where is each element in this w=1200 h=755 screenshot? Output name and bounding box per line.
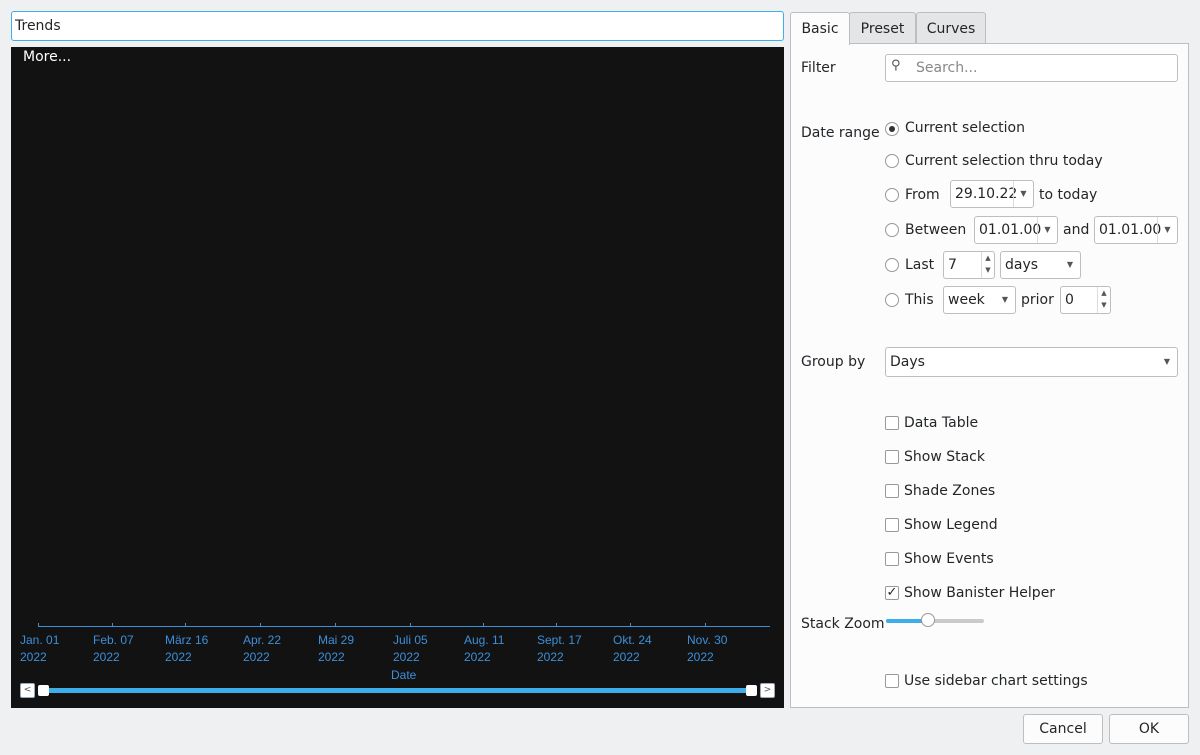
radio-thru-today[interactable]	[885, 154, 899, 168]
chevron-down-icon: ▼	[1037, 217, 1057, 243]
x-tick	[112, 623, 113, 627]
group-by-select[interactable]: Days ▼	[885, 347, 1178, 377]
search-icon: ⚲	[891, 58, 901, 73]
x-tick	[335, 623, 336, 627]
range-start-handle[interactable]	[38, 685, 49, 696]
chart-area: More... Jan. 01 2022 Feb. 07 2022 März 16 202…	[11, 47, 784, 708]
this-unit-select[interactable]: week ▼	[943, 286, 1016, 314]
x-axis-label: Date	[391, 668, 417, 682]
date-range-label: Date range	[801, 125, 880, 141]
this-unit-value: week	[948, 292, 985, 308]
tab-basic[interactable]: Basic	[790, 12, 850, 45]
last-label: Last	[905, 257, 935, 273]
chart-title-input[interactable]	[11, 11, 784, 41]
checkbox[interactable]	[885, 518, 899, 532]
and-label: and	[1063, 222, 1090, 238]
checkbox-label: Show Legend	[904, 517, 998, 533]
spin-arrows-icon[interactable]: ▲ ▼	[1097, 287, 1110, 313]
filter-label: Filter	[801, 60, 836, 76]
group-by-label: Group by	[801, 354, 866, 370]
scroll-left-button[interactable]: <	[20, 683, 35, 698]
x-tick-label: März 16 2022	[165, 633, 209, 664]
to-today-label: to today	[1039, 187, 1098, 203]
x-tick	[185, 623, 186, 627]
last-unit-select[interactable]: days ▼	[1000, 251, 1081, 279]
checkbox-label: Data Table	[904, 415, 979, 431]
prior-spinbox[interactable]: 0 ▲ ▼	[1060, 286, 1111, 314]
x-tick-label: Aug. 11 2022	[464, 633, 505, 664]
sidebar-settings-checkbox[interactable]	[885, 674, 899, 688]
checkbox-label: Show Stack	[904, 449, 985, 465]
between-to-date-picker[interactable]: 01.01.00 ▼	[1094, 216, 1178, 244]
checkbox-label: Show Events	[904, 551, 994, 567]
chevron-down-icon: ▼	[1066, 260, 1074, 269]
scroll-right-button[interactable]: >	[760, 683, 775, 698]
sidebar-settings-label: Use sidebar chart settings	[904, 673, 1088, 689]
checkbox[interactable]	[885, 450, 899, 464]
x-tick	[260, 623, 261, 627]
radio-this[interactable]	[885, 293, 899, 307]
between-to-value: 01.01.00	[1099, 222, 1162, 238]
from-date-picker[interactable]: 29.10.22 ▼	[950, 180, 1034, 208]
date-range-scrollbar[interactable]	[46, 688, 752, 693]
cancel-button[interactable]: Cancel	[1023, 714, 1103, 744]
stack-zoom-label: Stack Zoom	[801, 616, 885, 632]
x-tick-label: Nov. 30 2022	[687, 633, 728, 664]
prior-value: 0	[1065, 292, 1074, 308]
radio-current-selection[interactable]	[885, 122, 899, 136]
checkbox[interactable]	[885, 552, 899, 566]
chevron-down-icon: ▼	[1163, 357, 1171, 366]
x-tick	[630, 623, 631, 627]
checkbox[interactable]	[885, 416, 899, 430]
x-axis-line	[38, 626, 770, 627]
search-placeholder: Search...	[916, 60, 978, 76]
x-tick	[38, 623, 39, 627]
x-tick	[705, 623, 706, 627]
tab-curves[interactable]: Curves	[916, 12, 986, 44]
chevron-down-icon: ▼	[1001, 295, 1009, 304]
tab-preset[interactable]: Preset	[849, 12, 916, 44]
x-tick-label: Jan. 01 2022	[20, 633, 60, 664]
chevron-down-icon: ▼	[1157, 217, 1177, 243]
checkbox-label: Show Banister Helper	[904, 585, 1056, 601]
radio-from[interactable]	[885, 188, 899, 202]
spin-arrows-icon[interactable]: ▲ ▼	[981, 252, 994, 278]
thru-today-label: Current selection thru today	[905, 153, 1103, 169]
x-tick-label: Apr. 22 2022	[243, 633, 282, 664]
between-from-value: 01.01.00	[979, 222, 1042, 238]
x-tick	[483, 623, 484, 627]
from-label: From	[905, 187, 940, 203]
prior-label: prior	[1021, 292, 1054, 308]
radio-between[interactable]	[885, 223, 899, 237]
radio-last[interactable]	[885, 258, 899, 272]
this-label: This	[905, 292, 934, 308]
x-tick	[556, 623, 557, 627]
checkbox-label: Shade Zones	[904, 483, 996, 499]
from-date-value: 29.10.22	[955, 186, 1018, 202]
x-tick	[410, 623, 411, 627]
stack-zoom-slider[interactable]	[886, 613, 984, 627]
x-tick-label: Feb. 07 2022	[93, 633, 134, 664]
range-end-handle[interactable]	[746, 685, 757, 696]
last-value-spinbox[interactable]: 7 ▲ ▼	[943, 251, 995, 279]
filter-search-input[interactable]: ⚲ Search...	[885, 54, 1178, 82]
last-value: 7	[948, 257, 957, 273]
x-tick-label: Juli 05 2022	[393, 633, 428, 664]
current-selection-label: Current selection	[905, 120, 1025, 136]
x-tick-label: Okt. 24 2022	[613, 633, 652, 664]
ok-button[interactable]: OK	[1109, 714, 1189, 744]
checkbox[interactable]	[885, 484, 899, 498]
chevron-down-icon: ▼	[1013, 181, 1033, 207]
between-label: Between	[905, 222, 967, 238]
checkbox[interactable]: ✓	[885, 586, 899, 600]
more-link[interactable]: More...	[23, 49, 71, 65]
x-tick-label: Mai 29 2022	[318, 633, 355, 664]
x-tick-label: Sept. 17 2022	[537, 633, 582, 664]
group-by-value: Days	[890, 354, 925, 370]
last-unit-value: days	[1005, 257, 1039, 273]
between-from-date-picker[interactable]: 01.01.00 ▼	[974, 216, 1058, 244]
